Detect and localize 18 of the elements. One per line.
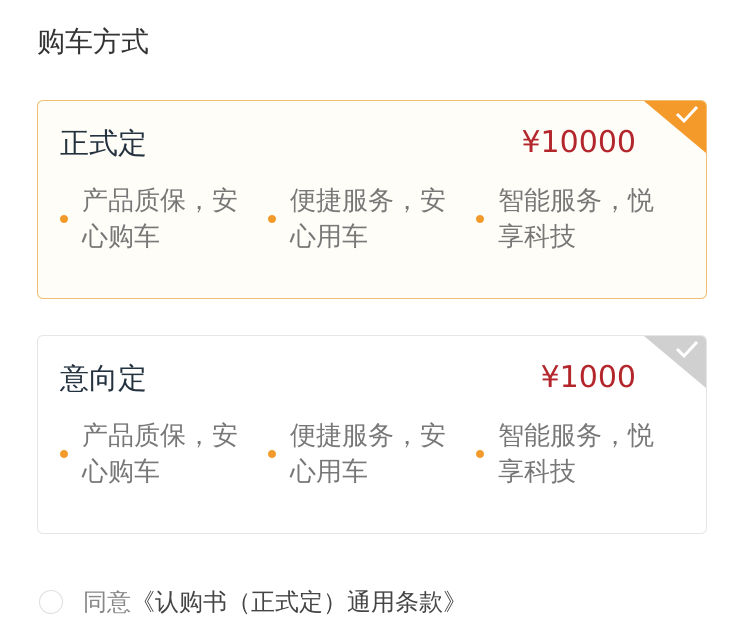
feature-text: 便捷服务，安心用车 xyxy=(290,185,447,254)
feature-text: 产品质保，安心购车 xyxy=(82,185,239,254)
check-corner-icon xyxy=(644,336,706,388)
option-name: 意向定 xyxy=(60,360,147,397)
option-price: ¥10000 xyxy=(521,124,636,162)
check-corner-icon xyxy=(644,101,706,153)
section-title: 购车方式 xyxy=(37,24,150,60)
feature-text: 智能服务，悦享科技 xyxy=(498,185,655,254)
feature-text: 便捷服务，安心用车 xyxy=(290,420,447,489)
feature-text: 产品质保，安心购车 xyxy=(82,420,239,489)
terms-link[interactable]: 《认购书（正式定）通用条款》 xyxy=(131,584,467,620)
agree-radio[interactable] xyxy=(39,590,63,614)
purchase-option-card[interactable]: 正式定 ¥10000 产品质保，安心购车 便捷服务，安心用车 智能服务，悦享科技 xyxy=(37,100,707,299)
option-price: ¥1000 xyxy=(540,359,636,397)
option-name: 正式定 xyxy=(60,125,147,162)
feature-text: 智能服务，悦享科技 xyxy=(498,420,655,489)
agree-label: 同意 xyxy=(83,587,131,618)
purchase-option-card[interactable]: 意向定 ¥1000 产品质保，安心购车 便捷服务，安心用车 智能服务，悦享科技 xyxy=(37,335,707,534)
